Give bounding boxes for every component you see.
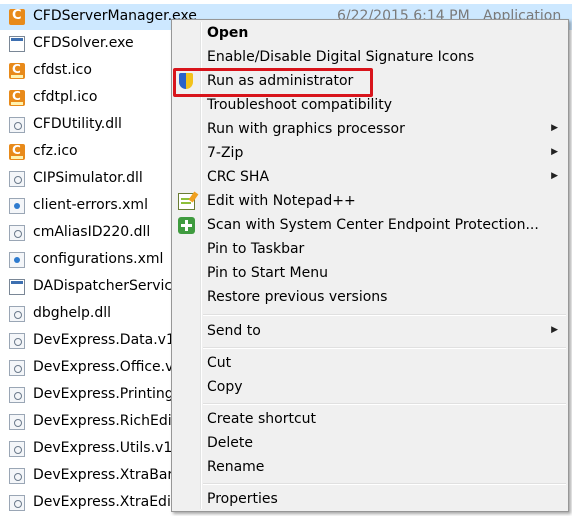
menu-separator	[203, 483, 566, 485]
menu-label: 7-Zip	[207, 145, 244, 161]
dll-icon	[9, 171, 25, 187]
ico-file-icon	[9, 62, 25, 79]
file-name: cmAliasID220.dll	[33, 224, 151, 240]
file-name: DevExpress.Data.v13	[33, 332, 184, 348]
file-name: DevExpress.XtraEdito	[33, 494, 185, 510]
submenu-arrow-icon: ▶	[551, 325, 558, 335]
dll-icon	[9, 414, 25, 430]
dll-icon	[9, 495, 25, 511]
menu-label: Send to	[207, 323, 261, 339]
file-name: CFDUtility.dll	[33, 116, 122, 132]
notepad-plus-plus-icon	[178, 193, 195, 210]
menu-label: Enable/Disable Digital Signature Icons	[207, 49, 475, 65]
menu-label: Run with graphics processor	[207, 121, 405, 137]
menu-label: CRC SHA	[207, 169, 270, 185]
menu-separator	[203, 403, 566, 405]
menu-item-edit-with-notepad[interactable]: Edit with Notepad++	[174, 190, 566, 214]
menu-item-signature-icons[interactable]: Enable/Disable Digital Signature Icons	[174, 46, 566, 70]
menu-separator	[203, 347, 566, 349]
ico-file-icon	[9, 89, 25, 106]
file-name: DevExpress.Printing.v	[33, 386, 187, 402]
menu-label: Edit with Notepad++	[207, 193, 356, 209]
dll-icon	[9, 306, 25, 322]
file-name: cfdst.ico	[33, 62, 92, 78]
menu-label: Troubleshoot compatibility	[207, 97, 393, 113]
xml-icon	[9, 252, 25, 268]
dll-icon	[9, 333, 25, 349]
menu-item-crc-sha[interactable]: CRC SHA ▶	[174, 166, 566, 190]
menu-item-scan-endpoint-protection[interactable]: Scan with System Center Endpoint Protect…	[174, 214, 566, 238]
menu-label: Scan with System Center Endpoint Protect…	[207, 217, 539, 233]
dll-icon	[9, 225, 25, 241]
dll-icon	[9, 468, 25, 484]
menu-item-restore-previous-versions[interactable]: Restore previous versions	[174, 286, 566, 310]
menu-label: Cut	[207, 355, 232, 371]
file-name: cfz.ico	[33, 143, 78, 159]
file-name: DevExpress.XtraBars.	[33, 467, 185, 483]
dll-icon	[9, 441, 25, 457]
menu-separator	[203, 314, 566, 316]
submenu-arrow-icon: ▶	[551, 147, 558, 157]
menu-label: Rename	[207, 459, 265, 475]
file-name: DevExpress.RichEdit.	[33, 413, 182, 429]
file-name: CFDSolver.exe	[33, 35, 134, 51]
dll-icon	[9, 387, 25, 403]
menu-item-pin-to-start-menu[interactable]: Pin to Start Menu	[174, 262, 566, 286]
menu-label: Copy	[207, 379, 243, 395]
file-name: dbghelp.dll	[33, 305, 112, 321]
menu-item-rename[interactable]: Rename	[174, 456, 566, 480]
file-name: cfdtpl.ico	[33, 89, 98, 105]
file-name: CIPSimulator.dll	[33, 170, 143, 186]
menu-label: Create shortcut	[207, 411, 317, 427]
file-name: DevExpress.Office.v1	[33, 359, 183, 375]
menu-label: Open	[207, 25, 249, 41]
menu-item-send-to[interactable]: Send to ▶	[174, 320, 566, 344]
xml-icon	[9, 198, 25, 214]
exe-icon	[9, 279, 25, 295]
menu-item-open[interactable]: Open	[174, 22, 566, 46]
menu-item-7zip[interactable]: 7-Zip ▶	[174, 142, 566, 166]
menu-label: Pin to Taskbar	[207, 241, 305, 257]
file-name: DevExpress.Utils.v13.	[33, 440, 186, 456]
ico-file-icon	[9, 143, 25, 160]
exe-icon	[9, 36, 25, 52]
dll-icon	[9, 117, 25, 133]
menu-label: Delete	[207, 435, 253, 451]
menu-item-troubleshoot-compatibility[interactable]: Troubleshoot compatibility	[174, 94, 566, 118]
submenu-arrow-icon: ▶	[551, 123, 558, 133]
submenu-arrow-icon: ▶	[551, 171, 558, 181]
menu-item-pin-to-taskbar[interactable]: Pin to Taskbar	[174, 238, 566, 262]
file-name: client-errors.xml	[33, 197, 148, 213]
menu-item-delete[interactable]: Delete	[174, 432, 566, 456]
menu-label: Properties	[207, 491, 278, 507]
file-name: configurations.xml	[33, 251, 164, 267]
menu-item-properties[interactable]: Properties	[174, 488, 566, 512]
cfd-app-icon	[9, 8, 25, 25]
highlight-box	[173, 68, 373, 97]
menu-label: Restore previous versions	[207, 289, 388, 305]
menu-item-cut[interactable]: Cut	[174, 352, 566, 376]
menu-item-create-shortcut[interactable]: Create shortcut	[174, 408, 566, 432]
menu-label: Pin to Start Menu	[207, 265, 328, 281]
file-name: DADispatcherService	[33, 278, 181, 294]
endpoint-protection-icon	[178, 217, 195, 234]
dll-icon	[9, 360, 25, 376]
menu-item-run-with-graphics-processor[interactable]: Run with graphics processor ▶	[174, 118, 566, 142]
menu-item-copy[interactable]: Copy	[174, 376, 566, 400]
